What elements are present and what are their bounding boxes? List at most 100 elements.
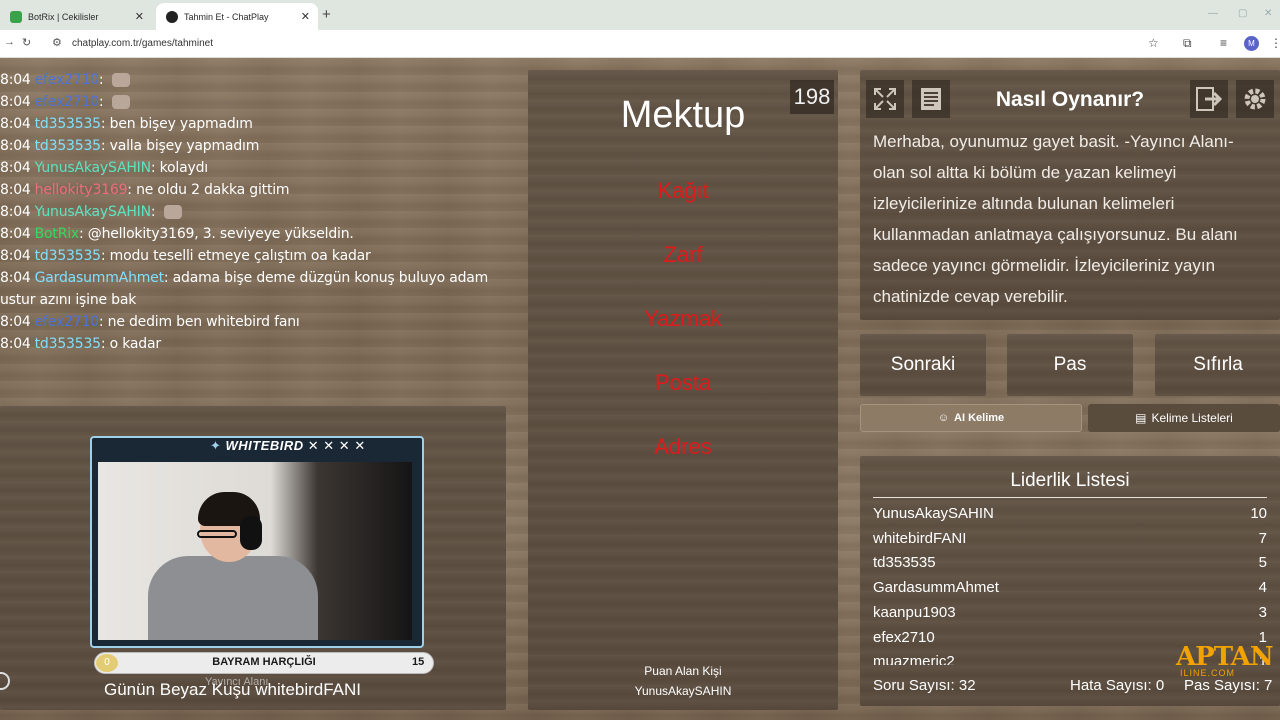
- chat-text: ne dedim ben whitebird fanı: [107, 314, 300, 330]
- how-to-play-text: Merhaba, oyunumuz gayet basit. -Yayıncı …: [873, 132, 1238, 306]
- profile-avatar[interactable]: M: [1244, 36, 1259, 51]
- error-count: Hata Sayısı: 0: [1070, 677, 1165, 694]
- chat-time: 8:04: [0, 182, 31, 198]
- exit-icon[interactable]: [1190, 80, 1228, 118]
- site-info-icon[interactable]: ⚙: [52, 36, 62, 49]
- chat-separator: :: [98, 314, 108, 330]
- chat-time: 8:04: [0, 116, 31, 132]
- new-tab-icon[interactable]: +: [322, 6, 331, 23]
- chat-time: 8:04: [0, 226, 31, 242]
- reset-button[interactable]: Sıfırla: [1155, 334, 1280, 396]
- chat-text: ben bişey yapmadım: [109, 116, 253, 132]
- tab-botrix[interactable]: BotRix | Cekilisler ✕: [0, 3, 152, 30]
- chat-text: ne oldu 2 dakka gittim: [136, 182, 290, 198]
- cam-title-text: WHITEBIRD: [225, 438, 304, 453]
- maximize-icon[interactable]: ▢: [1238, 8, 1247, 19]
- leaderboard-row: YunusAkaySAHIN 10: [873, 505, 1267, 527]
- leaderboard-score: 5: [1258, 554, 1267, 572]
- chat-username[interactable]: hellokity3169: [35, 182, 128, 198]
- forward-icon[interactable]: →: [4, 36, 15, 48]
- chat-separator: :: [163, 270, 173, 286]
- cam-title: ✦ WHITEBIRD ✕ ✕ ✕ ✕: [210, 438, 410, 456]
- bookmark-star-icon[interactable]: ☆: [1148, 36, 1159, 50]
- goal-label: BAYRAM HARÇLIĞI: [212, 656, 316, 668]
- chat-text: adama bişe deme düzgün konuş buluyo adam: [172, 270, 489, 286]
- leaderboard-row: kaanpu1903 3: [873, 604, 1267, 626]
- emote-icon: [111, 95, 130, 109]
- media-control-icon[interactable]: ≡: [1220, 36, 1227, 50]
- streamer-glasses: [197, 530, 237, 538]
- leaderboard-row: GardasummAhmet 4: [873, 579, 1267, 601]
- leaderboard-divider: [873, 497, 1267, 498]
- tab-chatplay[interactable]: Tahmin Et - ChatPlay ✕: [156, 3, 318, 30]
- bird-of-day-banner: Günün Beyaz Kuşu whitebirdFANI: [104, 680, 362, 699]
- chat-username[interactable]: efex2710: [35, 94, 99, 110]
- chat-time: 8:04: [0, 204, 31, 220]
- chat-time: 8:04: [0, 72, 31, 88]
- leaderboard-name: muazmeric2: [873, 653, 955, 666]
- emote-icon: [163, 205, 182, 219]
- chat-username[interactable]: td353535: [35, 116, 101, 132]
- chat-text: ustur azını işine bak: [0, 292, 137, 308]
- target-word: Mektup: [620, 94, 746, 136]
- chat-username[interactable]: td353535: [35, 138, 101, 154]
- goal-target: 15: [412, 656, 425, 668]
- browser-tab-bar: BotRix | Cekilisler ✕ Tahmin Et - ChatPl…: [0, 0, 1280, 30]
- leaderboard-score: 4: [1258, 579, 1267, 597]
- close-tab-icon[interactable]: ✕: [135, 10, 144, 23]
- chat-separator: :: [127, 182, 137, 198]
- chat-separator: :: [100, 138, 110, 154]
- scorer-label: Puan Alan Kişi: [644, 664, 722, 678]
- chat-separator: :: [79, 226, 88, 242]
- chat-message: 8:04 efex2710:: [0, 94, 130, 110]
- chat-message: 8:04 BotRix: @hellokity3169, 3. seviyeye …: [0, 226, 354, 242]
- chat-text: kolaydı: [159, 160, 209, 176]
- scorer-name: YunusAkaySAHIN: [634, 684, 732, 698]
- chat-username[interactable]: YunusAkaySAHIN: [35, 204, 151, 220]
- ai-word-button[interactable]: ☺ AI Kelime: [860, 404, 1082, 432]
- chat-username[interactable]: YunusAkaySAHIN: [35, 160, 151, 176]
- next-button[interactable]: Sonraki: [860, 334, 986, 396]
- chat-time: 8:04: [0, 94, 31, 110]
- ai-word-label: AI Kelime: [954, 412, 1005, 424]
- chat-username[interactable]: efex2710: [35, 72, 99, 88]
- aptan-logo-sub: ILINE.COM: [1180, 668, 1236, 678]
- leaderboard-name: GardasummAhmet: [873, 579, 999, 597]
- word-lists-button[interactable]: ▤ Kelime Listeleri: [1088, 404, 1280, 432]
- tab-title: BotRix | Cekilisler: [28, 11, 99, 22]
- pass-count: Pas Sayısı: 7: [1184, 677, 1273, 694]
- reload-icon[interactable]: ↻: [22, 36, 31, 49]
- settings-gear-icon[interactable]: [1236, 80, 1274, 118]
- forbidden-word: Adres: [654, 434, 712, 459]
- chat-username[interactable]: td353535: [35, 336, 101, 352]
- close-window-icon[interactable]: ✕: [1264, 8, 1272, 19]
- emote-icon: [111, 73, 130, 87]
- notes-icon[interactable]: [912, 80, 950, 118]
- chat-text: o kadar: [109, 336, 161, 352]
- leaderboard-name: kaanpu1903: [873, 603, 956, 621]
- leaderboard-title: Liderlik Listesi: [1010, 470, 1130, 491]
- chat-message: 8:04 GardasummAhmet: adama bişe deme düzg…: [0, 270, 488, 286]
- question-count: Soru Sayısı: 32: [873, 677, 976, 694]
- forbidden-word: Yazmak: [644, 306, 722, 331]
- url-field[interactable]: chatplay.com.tr/games/tahminet: [72, 38, 213, 49]
- chat-message: ustur azını işine bak: [0, 292, 136, 308]
- extensions-icon[interactable]: ⧉: [1183, 36, 1192, 51]
- close-tab-icon[interactable]: ✕: [301, 10, 310, 23]
- minimize-icon[interactable]: —: [1208, 8, 1218, 19]
- fullscreen-icon[interactable]: [866, 80, 904, 118]
- chat-username[interactable]: efex2710: [35, 314, 99, 330]
- streamer-body: [148, 556, 318, 640]
- chat-separator: :: [100, 336, 110, 352]
- menu-icon[interactable]: ⋮: [1270, 36, 1280, 50]
- bird-icon: ✦: [210, 438, 226, 453]
- pass-button[interactable]: Pas: [1007, 334, 1133, 396]
- chat-time: 8:04: [0, 270, 31, 286]
- chat-username[interactable]: td353535: [35, 248, 101, 264]
- chat-time: 8:04: [0, 138, 31, 154]
- chat-username[interactable]: BotRix: [35, 226, 80, 242]
- chatplay-favicon-icon: [166, 10, 178, 23]
- forbidden-word: Zarf: [663, 242, 703, 267]
- chat-username[interactable]: GardasummAhmet: [35, 270, 164, 286]
- chat-message: 8:04 td353535: modu teselli etmeye çalışt…: [0, 248, 371, 264]
